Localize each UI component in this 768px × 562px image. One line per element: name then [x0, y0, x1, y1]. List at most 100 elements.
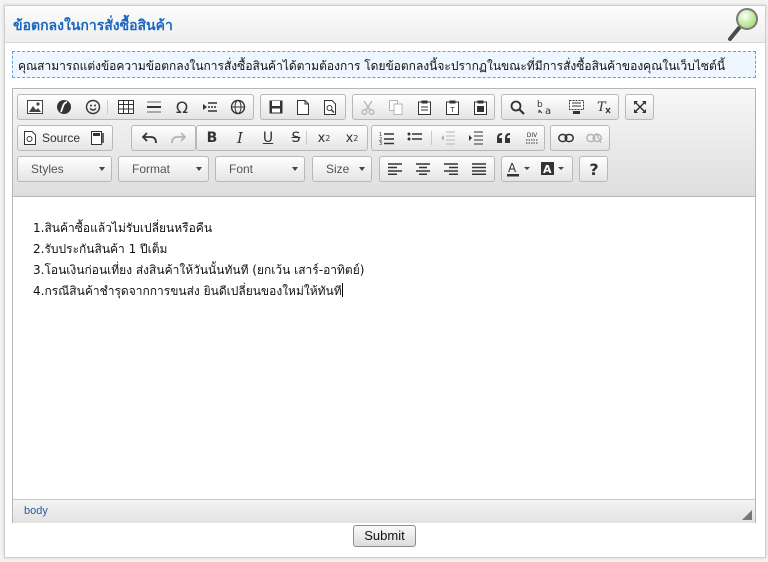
link-group [550, 125, 610, 151]
bold-button[interactable]: B [199, 127, 225, 149]
maximize-icon[interactable] [627, 96, 653, 118]
submit-button[interactable]: Submit [353, 525, 416, 547]
underline-button[interactable]: U [255, 127, 281, 149]
toolbar-separator [107, 100, 108, 114]
paste-word-icon[interactable] [467, 96, 493, 118]
svg-text:DIV: DIV [527, 132, 538, 139]
smiley-icon[interactable] [80, 96, 106, 118]
align-center-icon[interactable] [410, 158, 436, 180]
clipboard-group: T [352, 94, 495, 120]
info-notice: คุณสามารถแต่งข้อความข้อตกลงในการสั่งซื้อ… [12, 51, 756, 78]
help-group: ? [579, 156, 608, 182]
toolbar-separator [431, 131, 432, 145]
format-label: Format [132, 162, 171, 176]
paste-icon[interactable] [411, 96, 437, 118]
copy-icon[interactable] [383, 96, 409, 118]
link-icon[interactable] [553, 127, 579, 149]
text-color-icon[interactable]: A [504, 158, 536, 180]
styles-dropdown[interactable]: Styles [17, 156, 112, 182]
svg-text:A: A [508, 161, 517, 175]
document-group [260, 94, 346, 120]
chevron-down-icon [359, 167, 365, 171]
svg-text:T: T [597, 100, 607, 114]
select-all-icon[interactable] [563, 96, 589, 118]
preview-icon[interactable] [317, 96, 343, 118]
content-line: 1.สินค้าซื้อแล้วไม่รับเปลี่ยนหรือคืน [33, 221, 213, 235]
italic-button[interactable]: I [227, 127, 253, 149]
svg-text:3: 3 [379, 141, 382, 145]
editor-toolbar: Ω T b a T Source B I U S x 2 x 2 1 2 3 D… [13, 89, 755, 197]
content-line: 4.กรณีสินค้าชำรุดจากการขนส่ง ยินดีเปลี่ย… [33, 284, 342, 298]
content-line: 2.รับประกันสินค้า 1 ปีเต็ม [33, 242, 168, 256]
div-container-icon[interactable]: DIV [519, 127, 545, 149]
cut-icon[interactable] [355, 96, 381, 118]
format-dropdown[interactable]: Format [118, 156, 209, 182]
undo-group [131, 125, 196, 151]
outdent-icon[interactable] [435, 127, 461, 149]
font-dropdown[interactable]: Font [215, 156, 305, 182]
element-path[interactable]: body [24, 505, 48, 517]
color-group: A A [501, 156, 573, 182]
replace-icon[interactable]: ba [532, 96, 558, 118]
image-icon[interactable] [22, 96, 48, 118]
chevron-down-icon [196, 167, 202, 171]
horizontal-rule-icon[interactable] [141, 96, 167, 118]
iframe-globe-icon[interactable] [225, 96, 251, 118]
size-label: Size [326, 162, 350, 176]
align-left-icon[interactable] [382, 158, 408, 180]
redo-icon[interactable] [165, 127, 191, 149]
notice-text: คุณสามารถแต่งข้อความข้อตกลงในการสั่งซื้อ… [18, 59, 726, 73]
rich-text-editor: Ω T b a T Source B I U S x 2 x 2 1 2 3 D… [12, 88, 756, 523]
help-button[interactable]: ? [581, 158, 607, 180]
chevron-down-icon [292, 167, 298, 171]
size-dropdown[interactable]: Size [312, 156, 372, 182]
source-label: Source [42, 131, 81, 145]
justify-icon[interactable] [466, 158, 492, 180]
toolbar-separator [306, 131, 307, 145]
unlink-icon[interactable] [581, 127, 607, 149]
paste-text-icon[interactable]: T [439, 96, 465, 118]
svg-text:A: A [543, 163, 552, 176]
script-group: x2 x2 [304, 125, 368, 151]
source-group: Source [17, 125, 113, 151]
content-line: 3.โอนเงินก่อนเที่ยง ส่งสินค้าให้วันนั้นท… [33, 263, 365, 277]
magnifier-icon [727, 6, 761, 42]
indent-icon[interactable] [463, 127, 489, 149]
chevron-down-icon [99, 167, 105, 171]
page-break-icon[interactable] [197, 96, 223, 118]
subscript-icon[interactable]: x2 [311, 127, 337, 149]
svg-text:a: a [545, 106, 551, 115]
panel-header: ข้อตกลงในการสั่งซื้อสินค้า [5, 6, 765, 43]
background-color-icon[interactable]: A [538, 158, 570, 180]
flash-icon[interactable] [51, 96, 77, 118]
remove-format-icon[interactable]: T [591, 96, 617, 118]
editing-group: ba T [501, 94, 619, 120]
save-icon[interactable] [263, 96, 289, 118]
bulleted-list-icon[interactable] [402, 127, 428, 149]
undo-icon[interactable] [136, 127, 162, 149]
page-title: ข้อตกลงในการสั่งซื้อสินค้า [13, 18, 173, 34]
new-page-icon[interactable] [290, 96, 316, 118]
svg-text:T: T [449, 106, 455, 114]
align-group [379, 156, 495, 182]
editor-content[interactable]: 1.สินค้าซื้อแล้วไม่รับเปลี่ยนหรือคืน 2.ร… [13, 197, 755, 499]
superscript-icon[interactable]: x2 [339, 127, 365, 149]
special-char-icon[interactable]: Ω [169, 96, 195, 118]
blockquote-icon[interactable] [491, 127, 517, 149]
basic-styles-group: B I U S [196, 125, 316, 151]
align-right-icon[interactable] [438, 158, 464, 180]
numbered-list-icon[interactable]: 123 [374, 127, 400, 149]
find-icon[interactable] [504, 96, 530, 118]
terms-panel: ข้อตกลงในการสั่งซื้อสินค้า คุณสามารถแต่ง… [4, 5, 766, 558]
editor-statusbar: body [13, 499, 755, 523]
resize-handle-icon[interactable] [742, 510, 752, 520]
text-caret [341, 283, 343, 297]
table-icon[interactable] [113, 96, 139, 118]
content-line-last: 4.กรณีสินค้าชำรุดจากการขนส่ง ยินดีเปลี่ย… [33, 282, 343, 301]
insert-group: Ω [17, 94, 254, 120]
maximize-group [625, 94, 654, 120]
source-button[interactable]: Source [20, 127, 83, 149]
svg-text:b: b [537, 100, 543, 110]
templates-icon[interactable] [85, 127, 111, 149]
font-label: Font [229, 162, 254, 176]
